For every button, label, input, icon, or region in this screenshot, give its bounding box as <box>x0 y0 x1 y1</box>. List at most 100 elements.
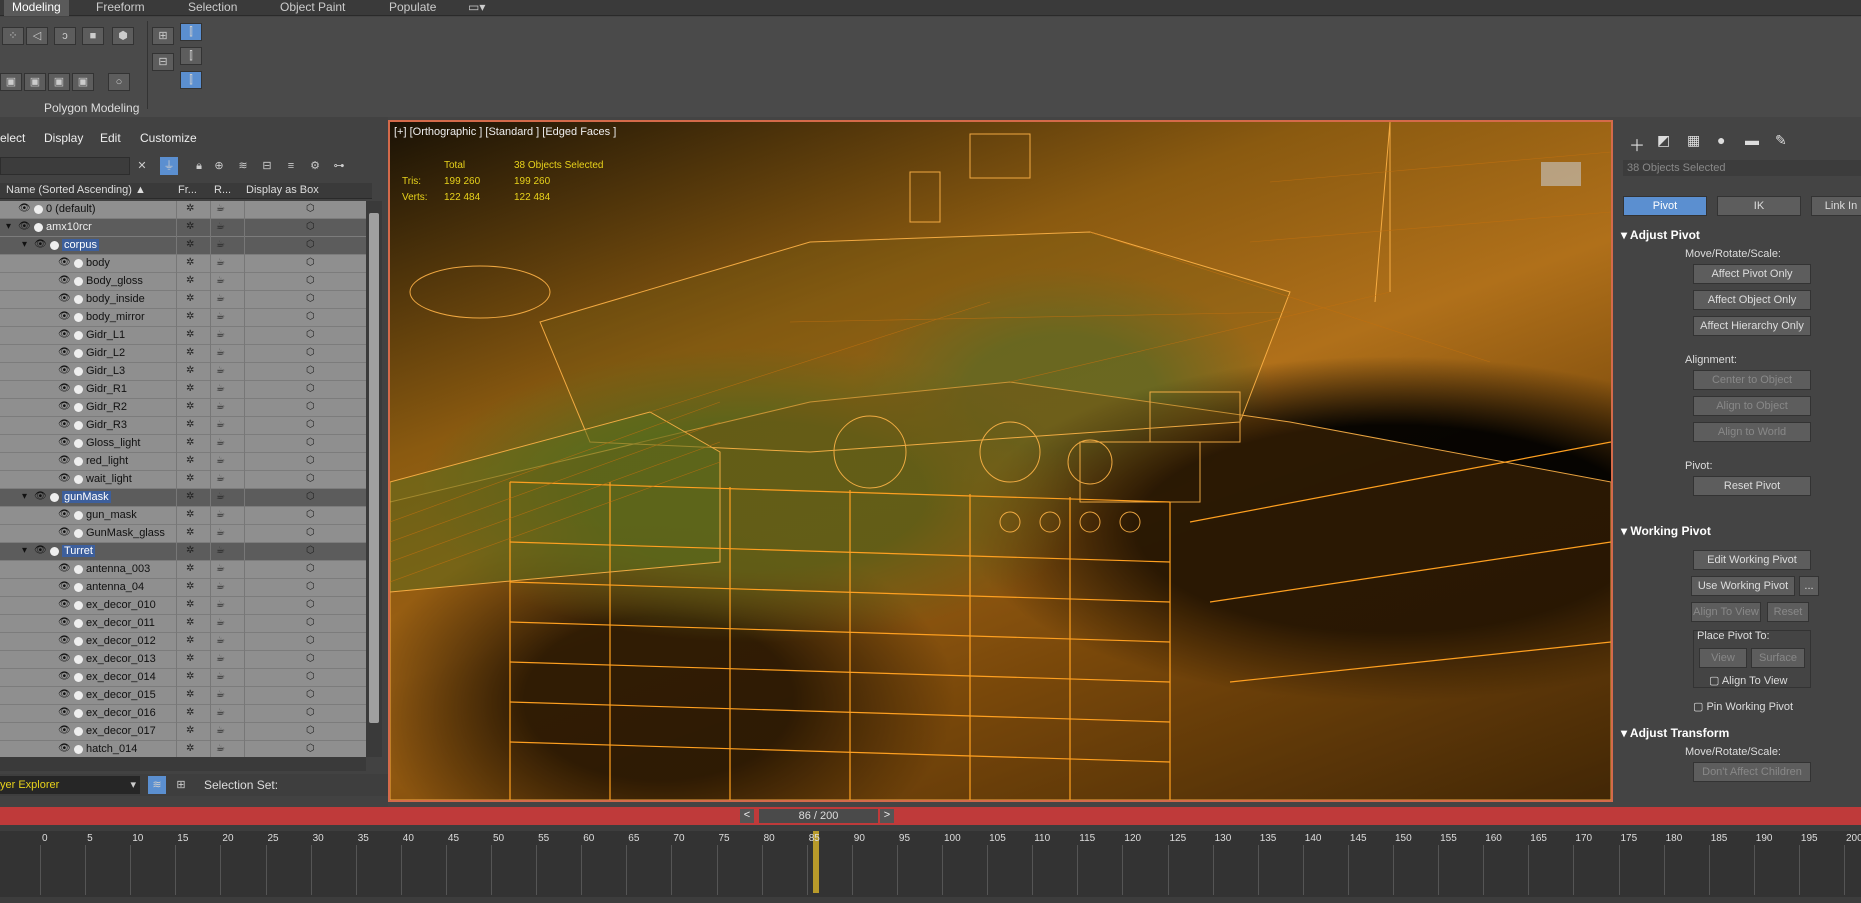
render-icon[interactable]: ☕︎ <box>216 203 225 214</box>
box-icon[interactable]: ⬡ <box>306 257 315 268</box>
tree-row[interactable]: 👁︎ Gidr_R1 ✲ ☕︎ ⬡ <box>0 381 366 399</box>
render-icon[interactable]: ☕︎ <box>216 347 225 358</box>
render-icon[interactable]: ☕︎ <box>216 581 225 592</box>
tree-row[interactable]: 👁︎ Gidr_L2 ✲ ☕︎ ⬡ <box>0 345 366 363</box>
box-icon[interactable]: ⬡ <box>306 563 315 574</box>
tree-row[interactable]: 👁︎ body_inside ✲ ☕︎ ⬡ <box>0 291 366 309</box>
explorer-dropdown[interactable]: yer Explorer ▾ <box>0 776 140 794</box>
align-to-view-button[interactable]: Align To View <box>1691 602 1761 622</box>
hierarchy-icon[interactable]: ⊟ <box>258 157 276 175</box>
box-icon[interactable]: ⬡ <box>306 581 315 592</box>
eye-icon[interactable]: 👁︎ <box>58 437 71 448</box>
find-input[interactable] <box>0 157 130 175</box>
reset-pivot-button[interactable]: Reset Pivot <box>1693 476 1811 496</box>
render-icon[interactable]: ☕︎ <box>216 419 225 430</box>
tree-row[interactable]: 👁︎ antenna_003 ✲ ☕︎ ⬡ <box>0 561 366 579</box>
affect-hierarchy-only-button[interactable]: Affect Hierarchy Only <box>1693 316 1811 336</box>
expand-icon[interactable]: ▾ <box>22 491 27 502</box>
col-freeze[interactable]: Fr... <box>178 184 197 196</box>
freeze-icon[interactable]: ✲ <box>186 599 194 610</box>
eye-icon[interactable]: 👁︎ <box>58 365 71 376</box>
tab-freeform[interactable]: Freeform <box>88 0 153 16</box>
freeze-icon[interactable]: ✲ <box>186 653 194 664</box>
ribbon-options-icon[interactable]: ▭▾ <box>460 0 493 16</box>
tree-row[interactable]: 👁︎ Gidr_L3 ✲ ☕︎ ⬡ <box>0 363 366 381</box>
eye-icon[interactable]: 👁︎ <box>58 311 71 322</box>
ik-button[interactable]: IK <box>1717 196 1801 216</box>
tree-row[interactable]: 👁︎ Gloss_light ✲ ☕︎ ⬡ <box>0 435 366 453</box>
align-to-object-button[interactable]: Align to Object <box>1693 396 1811 416</box>
render-icon[interactable]: ☕︎ <box>216 725 225 736</box>
eye-icon[interactable]: 👁︎ <box>34 239 47 250</box>
freeze-icon[interactable]: ✲ <box>186 527 194 538</box>
edge-icon[interactable]: ◁ <box>26 27 48 45</box>
freeze-icon[interactable]: ✲ <box>186 293 194 304</box>
freeze-icon[interactable]: ✲ <box>186 743 194 754</box>
edit-working-pivot-button[interactable]: Edit Working Pivot <box>1693 550 1811 570</box>
box-icon[interactable]: ⬡ <box>306 725 315 736</box>
tree-row[interactable]: ▾ 👁︎ amx10rcr ✲ ☕︎ ⬡ <box>0 219 366 237</box>
box-icon[interactable]: ⬡ <box>306 365 315 376</box>
box-icon[interactable]: ⬡ <box>306 419 315 430</box>
expand-icon[interactable]: ▾ <box>22 545 27 556</box>
render-icon[interactable]: ☕︎ <box>216 293 225 304</box>
eye-icon[interactable]: 👁︎ <box>58 455 71 466</box>
box-icon[interactable]: ⬡ <box>306 527 315 538</box>
viewport-label[interactable]: [+] [Orthographic ] [Standard ] [Edged F… <box>394 126 616 138</box>
tree-row[interactable]: 👁︎ GunMask_glass ✲ ☕︎ ⬡ <box>0 525 366 543</box>
eye-icon[interactable]: 👁︎ <box>58 653 71 664</box>
box-icon[interactable]: ⬡ <box>306 401 315 412</box>
stack-icon[interactable]: ≡ <box>282 157 300 175</box>
surface-button[interactable]: Surface <box>1751 648 1805 668</box>
vertical-scrollbar[interactable] <box>366 201 382 757</box>
menu-edit[interactable]: Edit <box>100 131 121 145</box>
box-icon[interactable]: ⬡ <box>306 653 315 664</box>
tree-row[interactable]: 👁︎ Gidr_R2 ✲ ☕︎ ⬡ <box>0 399 366 417</box>
horizontal-scrollbar[interactable] <box>0 757 366 771</box>
tree-row[interactable]: 👁︎ ex_decor_017 ✲ ☕︎ ⬡ <box>0 723 366 741</box>
modify-icon[interactable]: ▣ <box>0 73 22 91</box>
tool-d-icon[interactable]: ⫿ <box>180 47 202 65</box>
eye-icon[interactable]: 👁︎ <box>58 527 71 538</box>
tree-row[interactable]: 👁︎ Gidr_L1 ✲ ☕︎ ⬡ <box>0 327 366 345</box>
box-icon[interactable]: ⬡ <box>306 221 315 232</box>
freeze-icon[interactable]: ✲ <box>186 473 194 484</box>
tree-row[interactable]: 👁︎ ex_decor_012 ✲ ☕︎ ⬡ <box>0 633 366 651</box>
tree-row[interactable]: 👁︎ ex_decor_011 ✲ ☕︎ ⬡ <box>0 615 366 633</box>
tree-row[interactable]: 👁︎ ex_decor_010 ✲ ☕︎ ⬡ <box>0 597 366 615</box>
view-button[interactable]: View <box>1699 648 1747 668</box>
viewport[interactable]: [+] [Orthographic ] [Standard ] [Edged F… <box>388 120 1613 802</box>
use-working-pivot-button[interactable]: Use Working Pivot <box>1691 576 1795 596</box>
box-icon[interactable]: ⬡ <box>306 743 315 754</box>
freeze-icon[interactable]: ✲ <box>186 509 194 520</box>
expand-icon[interactable]: ▾ <box>22 239 27 250</box>
eye-icon[interactable]: 👁︎ <box>34 545 47 556</box>
viewcube-icon[interactable] <box>1541 162 1581 186</box>
box-icon[interactable]: ⬡ <box>306 347 315 358</box>
affect-object-only-button[interactable]: Affect Object Only <box>1693 290 1811 310</box>
tool-c-icon[interactable]: ⫿ <box>180 23 202 41</box>
motion-tab-icon[interactable]: ● <box>1717 132 1725 148</box>
eye-icon[interactable]: 👁︎ <box>58 383 71 394</box>
render-icon[interactable]: ☕︎ <box>216 275 225 286</box>
shrink-icon[interactable]: ▣ <box>48 73 70 91</box>
tab-populate[interactable]: Populate <box>381 0 444 16</box>
box-icon[interactable]: ⬡ <box>306 473 315 484</box>
eye-icon[interactable]: 👁︎ <box>58 329 71 340</box>
display-tab-icon[interactable]: ▬ <box>1745 132 1759 148</box>
render-icon[interactable]: ☕︎ <box>216 383 225 394</box>
render-icon[interactable]: ☕︎ <box>216 563 225 574</box>
freeze-icon[interactable]: ✲ <box>186 329 194 340</box>
box-icon[interactable]: ⬡ <box>306 635 315 646</box>
render-icon[interactable]: ☕︎ <box>216 545 225 556</box>
tool-a-icon[interactable]: ⊞ <box>152 27 174 45</box>
eye-icon[interactable]: 👁︎ <box>58 473 71 484</box>
tree-row[interactable]: 👁︎ body_mirror ✲ ☕︎ ⬡ <box>0 309 366 327</box>
box-icon[interactable]: ⬡ <box>306 599 315 610</box>
freeze-icon[interactable]: ✲ <box>186 275 194 286</box>
freeze-icon[interactable]: ✲ <box>186 671 194 682</box>
tab-selection[interactable]: Selection <box>180 0 245 16</box>
tree-row[interactable]: ▾ 👁︎ corpus ✲ ☕︎ ⬡ <box>0 237 366 255</box>
render-icon[interactable]: ☕︎ <box>216 365 225 376</box>
eye-icon[interactable]: 👁︎ <box>58 509 71 520</box>
